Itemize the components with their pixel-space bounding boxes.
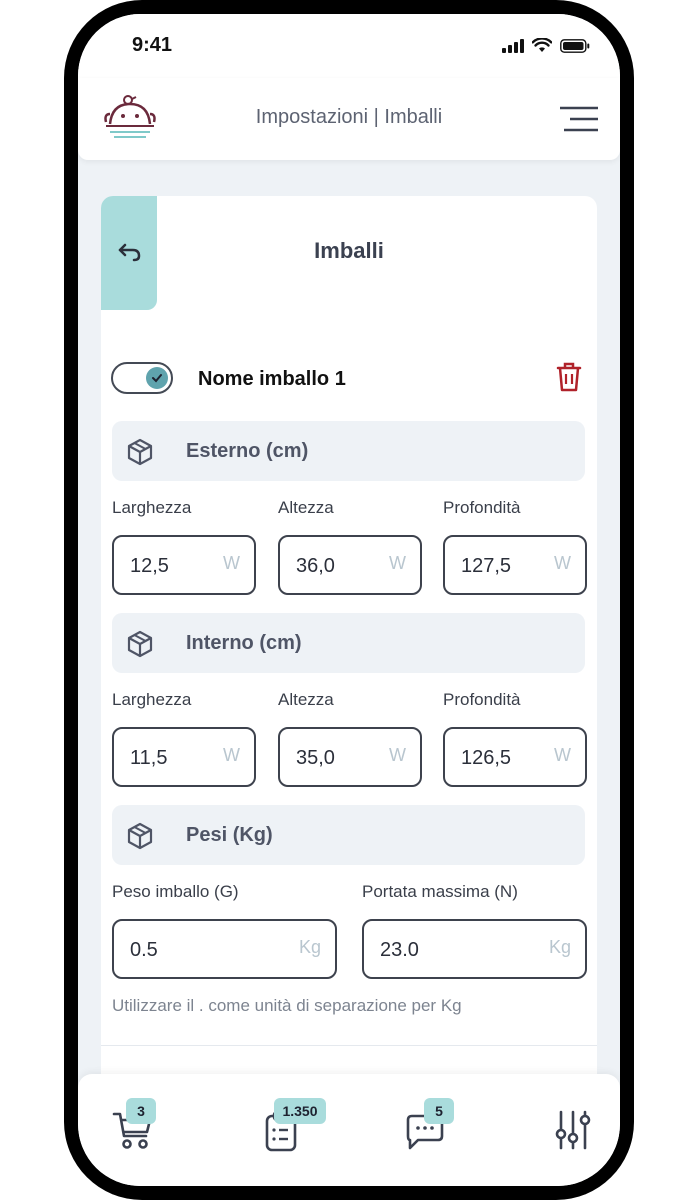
- package-enabled-toggle[interactable]: [111, 362, 173, 394]
- nav-orders[interactable]: 1.350: [250, 1098, 326, 1158]
- field-value: 23.0: [380, 939, 419, 961]
- field-unit: W: [389, 553, 406, 573]
- messages-badge: 5: [424, 1098, 454, 1124]
- section-internal: Interno (cm): [112, 613, 585, 673]
- field-label: Larghezza: [112, 690, 192, 709]
- internal-width-input[interactable]: 11,5 W: [112, 727, 256, 787]
- page-title: Impostazioni | Imballi: [255, 106, 443, 128]
- field-unit: W: [554, 553, 571, 573]
- box-icon: [127, 822, 153, 850]
- field-label: Peso imballo (G): [112, 882, 239, 901]
- battery-icon: [560, 38, 590, 53]
- field-label: Profondità: [443, 690, 521, 709]
- max-capacity-input[interactable]: 23.0 Kg: [362, 919, 587, 979]
- external-width-input[interactable]: 12,5 W: [112, 535, 256, 595]
- field-unit: W: [223, 745, 240, 765]
- orders-badge: 1.350: [274, 1098, 326, 1124]
- field-label: Profondità: [443, 498, 521, 517]
- field-value: 0.5: [130, 939, 158, 961]
- field-unit: Kg: [298, 937, 321, 957]
- cart-badge: 3: [126, 1098, 156, 1124]
- status-bar: 9:41: [78, 14, 620, 78]
- field-unit: Kg: [548, 937, 571, 957]
- external-height-input[interactable]: 36,0 W: [278, 535, 422, 595]
- internal-depth-input[interactable]: 126,5 W: [443, 727, 587, 787]
- field-value: 11,5: [130, 747, 168, 769]
- field-value: 35,0: [296, 747, 335, 769]
- sliders-icon: [555, 1110, 591, 1150]
- section-weights: Pesi (Kg): [112, 805, 585, 865]
- weight-hint: Utilizzare il . come unità di separazion…: [112, 996, 462, 1015]
- status-time: 9:41: [132, 34, 173, 56]
- field-unit: W: [223, 553, 240, 573]
- section-label: Esterno (cm): [186, 440, 309, 462]
- field-unit: W: [554, 745, 571, 765]
- app-header: Impostazioni | Imballi: [78, 78, 620, 160]
- field-label: Altezza: [278, 690, 334, 709]
- field-label: Altezza: [278, 498, 334, 517]
- section-label: Pesi (Kg): [186, 824, 273, 846]
- box-icon: [127, 438, 153, 466]
- nav-cart[interactable]: 3: [102, 1098, 162, 1158]
- status-icons: [502, 38, 590, 53]
- packaging-card: Imballi Nome imballo 1 Esterno (cm) Larg…: [101, 196, 597, 1096]
- divider: [101, 1045, 597, 1046]
- field-value: 12,5: [130, 555, 169, 577]
- nav-messages[interactable]: 5: [394, 1098, 454, 1158]
- app-screen: 9:41 Impostazioni | Imballi Imballi Nome…: [78, 14, 620, 1186]
- field-value: 127,5: [461, 555, 512, 577]
- card-title: Imballi: [314, 238, 384, 263]
- field-unit: W: [389, 745, 406, 765]
- nav-settings[interactable]: [542, 1098, 602, 1158]
- trash-icon[interactable]: [556, 362, 582, 392]
- field-value: 126,5: [461, 747, 512, 769]
- field-label: Portata massima (N): [362, 882, 518, 901]
- bottom-nav: 3 1.350 5: [78, 1074, 620, 1186]
- box-icon: [127, 630, 153, 658]
- section-label: Interno (cm): [186, 632, 302, 654]
- section-external: Esterno (cm): [112, 421, 585, 481]
- internal-height-input[interactable]: 35,0 W: [278, 727, 422, 787]
- field-value: 36,0: [296, 555, 335, 577]
- toggle-knob: [146, 367, 168, 389]
- package-name: Nome imballo 1: [198, 368, 346, 390]
- signal-icon: [502, 38, 524, 53]
- hamburger-menu-icon[interactable]: [560, 106, 598, 132]
- field-label: Larghezza: [112, 498, 192, 517]
- check-icon: [152, 374, 162, 383]
- package-weight-input[interactable]: 0.5 Kg: [112, 919, 337, 979]
- wifi-icon: [532, 38, 552, 52]
- external-depth-input[interactable]: 127,5 W: [443, 535, 587, 595]
